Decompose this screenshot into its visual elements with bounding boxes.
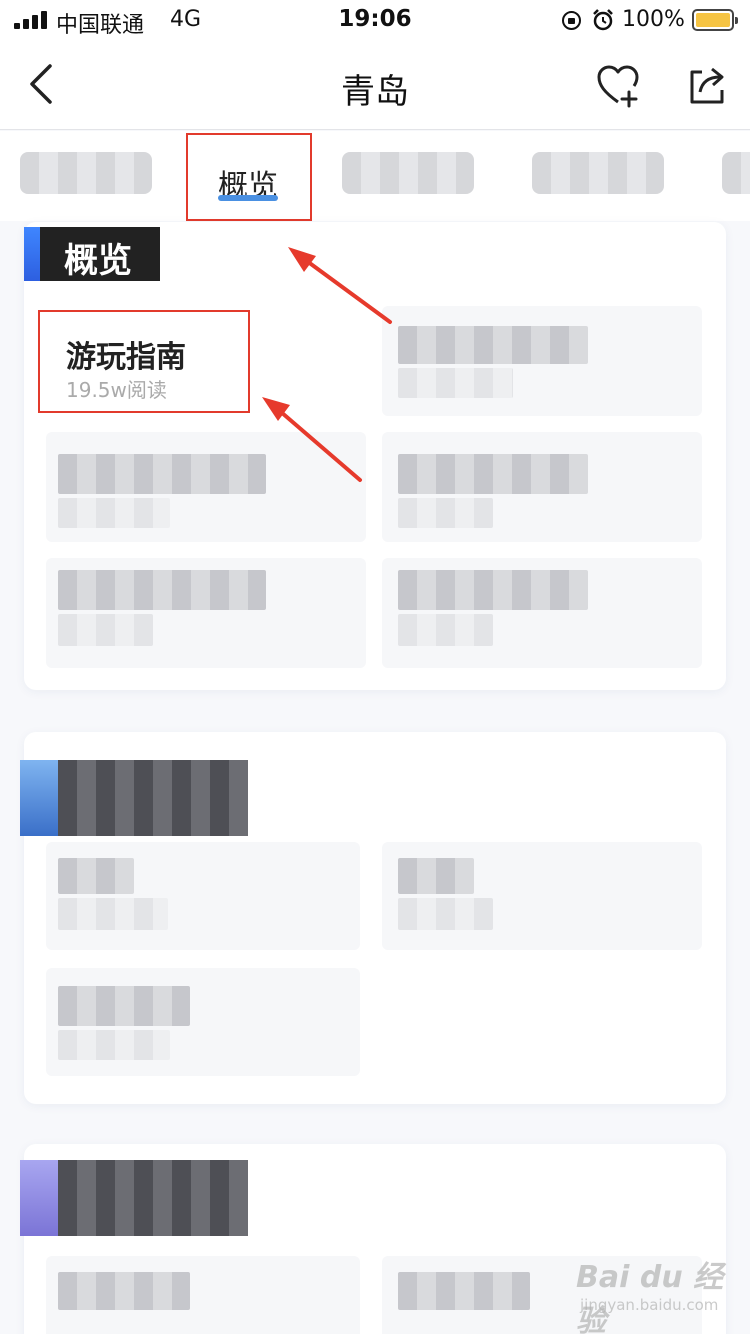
- list-item[interactable]: [46, 558, 366, 668]
- battery-percent: 100%: [622, 7, 685, 32]
- tab-blurred[interactable]: [20, 152, 152, 194]
- category-tabs: 概览: [0, 131, 750, 221]
- watermark-main: Bai du 经验: [576, 1260, 724, 1334]
- guide-title: 游玩指南: [66, 340, 186, 375]
- list-item[interactable]: [382, 432, 702, 542]
- overview-section-title: 概览: [64, 241, 132, 281]
- guide-read-count: 19.5w阅读: [66, 378, 167, 402]
- nav-bar: 青岛: [0, 40, 750, 130]
- section-header-blurred: [20, 760, 248, 836]
- list-item[interactable]: [46, 1256, 360, 1334]
- list-item[interactable]: [46, 432, 366, 542]
- overview-section-header: 概览: [24, 227, 160, 281]
- list-item[interactable]: [382, 306, 702, 416]
- tab-overview[interactable]: 概览: [186, 133, 312, 221]
- tab-active-underline: [218, 195, 278, 201]
- share-icon[interactable]: [686, 64, 728, 106]
- tab-blurred[interactable]: [722, 152, 750, 194]
- rotation-lock-icon: [562, 11, 581, 30]
- tab-blurred[interactable]: [532, 152, 664, 194]
- tab-blurred[interactable]: [342, 152, 474, 194]
- battery-icon: [692, 9, 738, 31]
- status-bar: 中国联通 4G 19:06 100%: [0, 0, 750, 40]
- favorite-add-icon[interactable]: [596, 64, 640, 108]
- alarm-icon: [593, 9, 613, 31]
- baidu-jingyan-watermark: Bai du 经验 jingyan.baidu.com: [576, 1252, 736, 1334]
- list-item[interactable]: [382, 558, 702, 668]
- watermark-sub: jingyan.baidu.com: [580, 1296, 719, 1314]
- section-header-blurred: [20, 1160, 248, 1236]
- section-accent-bar: [24, 227, 40, 281]
- list-item[interactable]: [46, 968, 360, 1076]
- list-item[interactable]: [382, 842, 702, 950]
- list-item[interactable]: [46, 842, 360, 950]
- guide-tile[interactable]: 游玩指南 19.5w阅读: [38, 310, 250, 413]
